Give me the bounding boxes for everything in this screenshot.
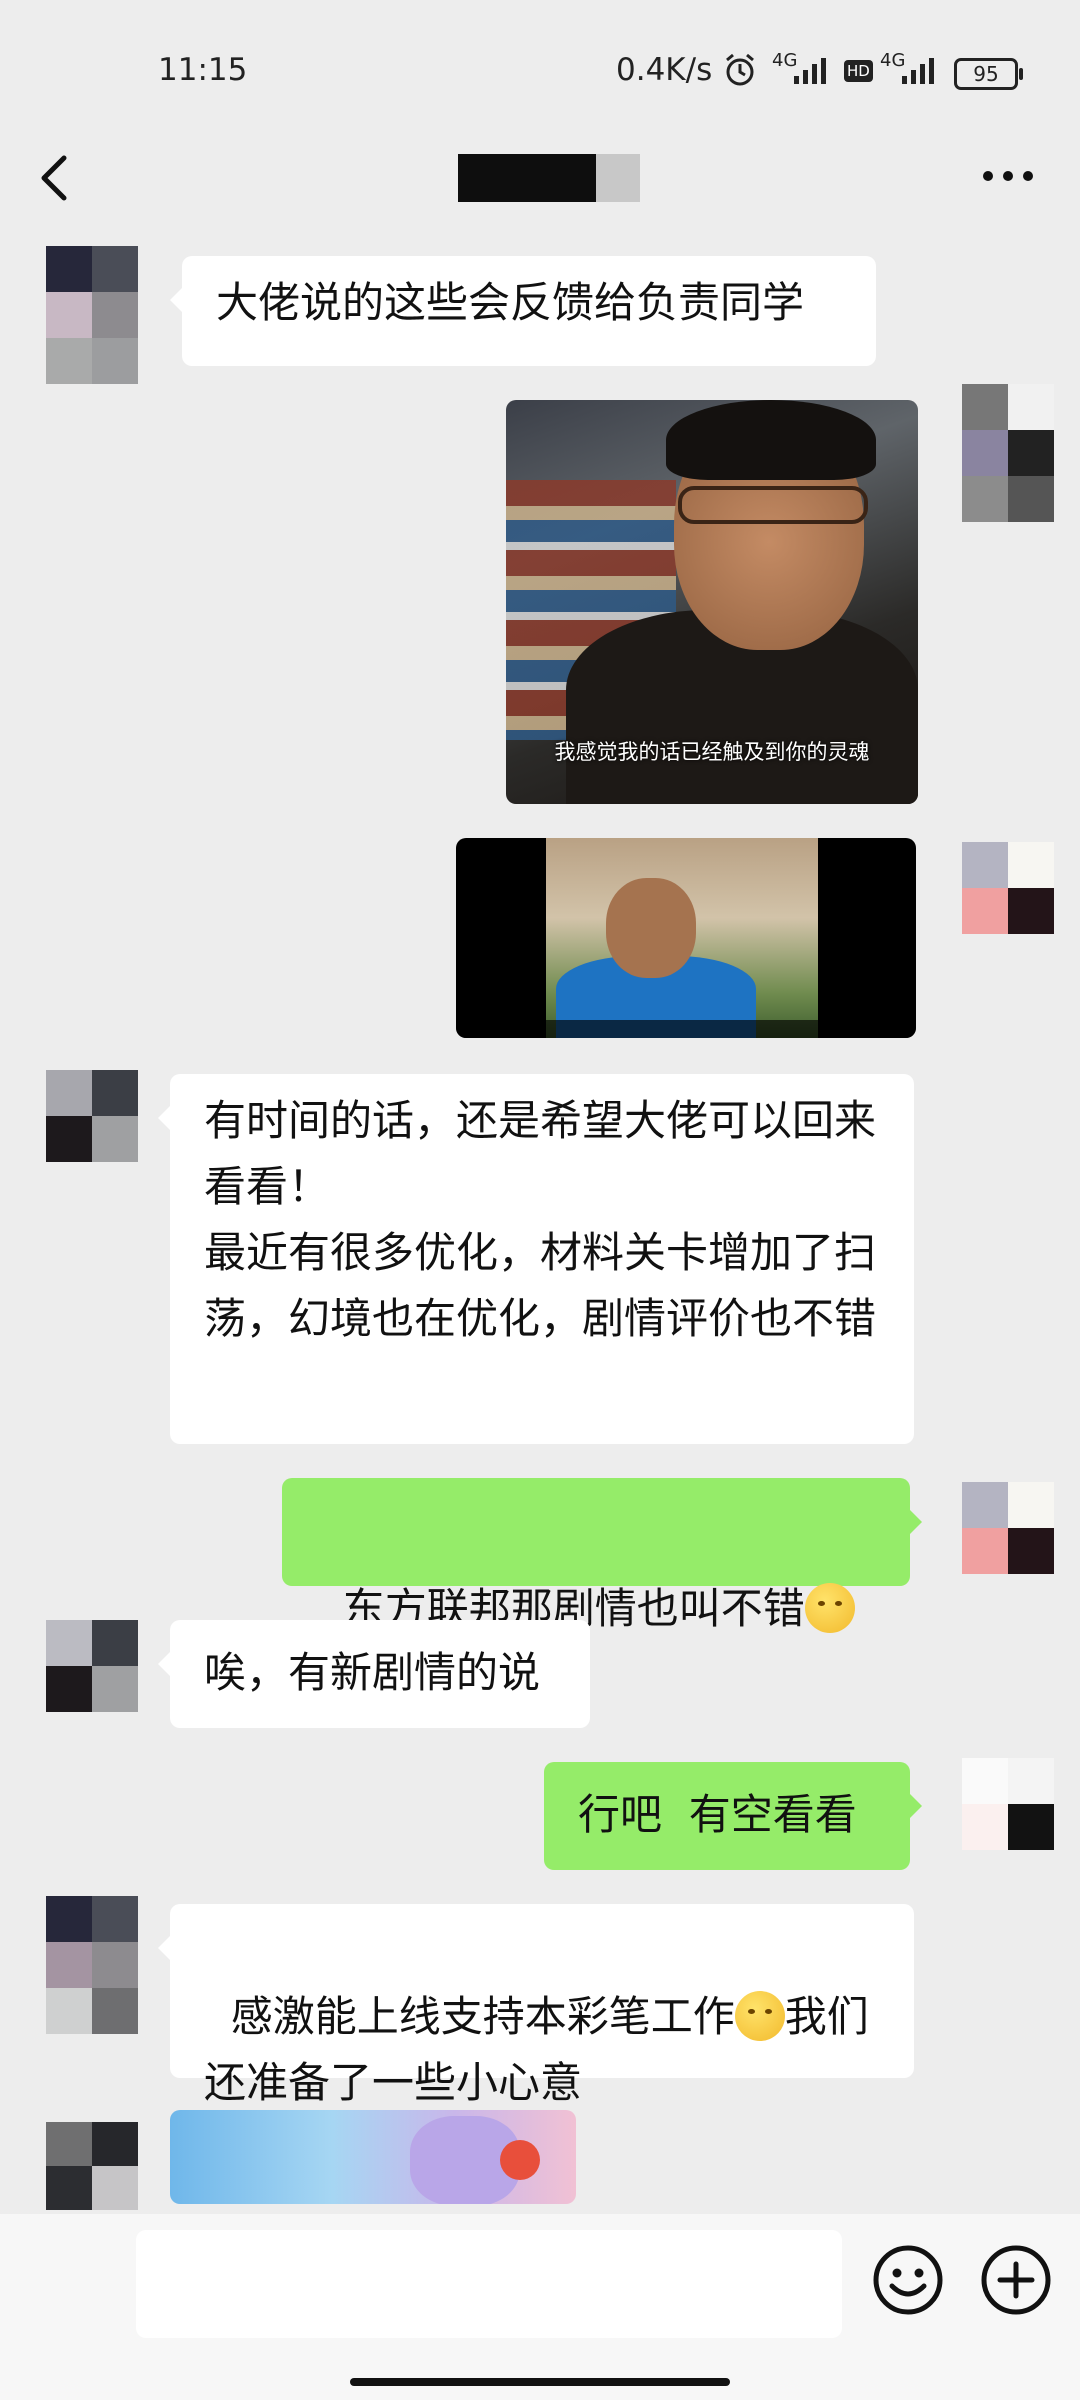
avatar-self[interactable] [962, 1482, 1054, 1574]
video-message[interactable] [456, 838, 916, 1038]
message-text: 感激能上线支持本彩笔工作 [230, 1992, 735, 2041]
home-indicator[interactable] [350, 2378, 730, 2386]
battery-indicator: 95 [954, 58, 1023, 90]
status-bar: 11:15 0.4K/s 4G HD 4G 95 [0, 0, 1080, 140]
avatar-contact[interactable] [46, 1620, 138, 1712]
image-message[interactable]: 我感觉我的话已经触及到你的灵魂 [506, 400, 918, 804]
hd-badge: HD [844, 60, 873, 82]
image-caption: 我感觉我的话已经触及到你的灵魂 [554, 740, 870, 764]
more-icon[interactable] [976, 156, 1040, 196]
back-icon[interactable] [30, 140, 90, 220]
message-bubble[interactable]: 唉，有新剧情的说 [158, 1620, 590, 1728]
input-bar [0, 2214, 1080, 2400]
chat-title-redacted-tail [596, 154, 640, 202]
avatar-self[interactable] [962, 842, 1054, 934]
message-bubble[interactable]: 感激能上线支持本彩笔工作 我们还准备了一些小心意 [158, 1904, 914, 2107]
emoji-face-icon[interactable] [872, 2244, 944, 2316]
alarm-icon [726, 53, 754, 86]
message-bubble-sent[interactable]: 行吧 有空看看 [544, 1762, 922, 1870]
avatar-self[interactable] [962, 1758, 1054, 1850]
signal-bars-icon [794, 58, 826, 84]
avatar-contact[interactable] [46, 1896, 138, 2034]
signal-bars-icon-2 [902, 58, 934, 84]
chat-header [0, 130, 1080, 240]
plus-circle-icon[interactable] [980, 2244, 1052, 2316]
blushing-smile-emoji-icon [734, 1991, 785, 2041]
promo-image-message[interactable] [170, 2110, 576, 2204]
avatar-contact[interactable] [46, 1070, 138, 1162]
message-bubble-sent[interactable]: 东方联邦那剧情也叫不错 [282, 1478, 922, 1633]
message-input[interactable] [136, 2230, 842, 2338]
avatar-contact[interactable] [46, 2122, 138, 2210]
avatar-self[interactable] [962, 384, 1054, 522]
message-bubble[interactable]: 大佬说的这些会反馈给负责同学 [170, 256, 876, 366]
message-bubble[interactable]: 有时间的话，还是希望大佬可以回来看看！ 最近有很多优化，材料关卡增加了扫荡，幻境… [158, 1074, 914, 1444]
chat-title-redacted [458, 154, 598, 202]
avatar-contact[interactable] [46, 246, 138, 384]
network-speed: 0.4K/s [616, 52, 713, 88]
crying-laughing-emoji-icon [804, 1583, 855, 1633]
status-time: 11:15 [158, 52, 248, 88]
